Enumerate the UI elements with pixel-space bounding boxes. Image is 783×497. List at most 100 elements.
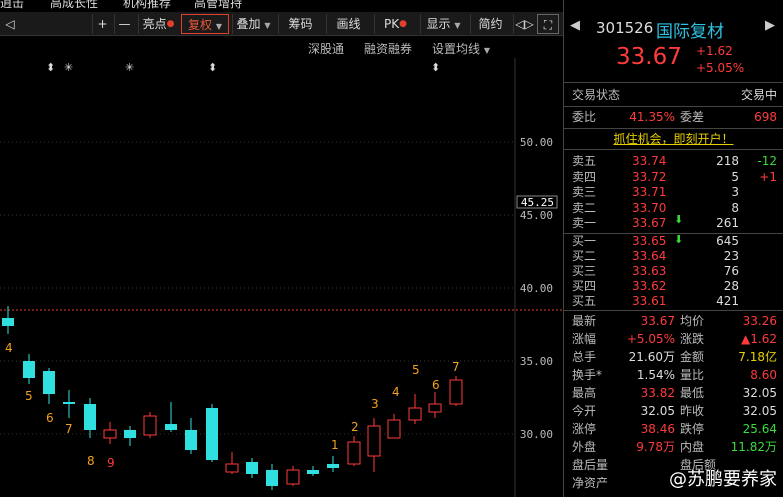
bid-price: 33.65 [632, 234, 667, 248]
stat-row: 外盘 9.78万 内盘 11.82万 [564, 439, 783, 455]
chips-button[interactable]: 筹码 [278, 14, 322, 34]
bid-label: 买五 [572, 294, 597, 308]
candle-body [246, 462, 258, 474]
down-arrow-icon: ⬇ [674, 213, 684, 226]
tag-3[interactable]: 机构推荐 [123, 0, 171, 10]
stat-value: 1.54% [636, 368, 675, 382]
ask-row[interactable]: 卖五 33.74 218 -12 [564, 153, 783, 169]
prev-stock-icon[interactable]: ◀ [570, 18, 580, 33]
bid-row[interactable]: 买二 33.64 23 [564, 248, 783, 264]
webi-value: 41.35% [629, 110, 675, 124]
simple-button[interactable]: 简约 [470, 14, 510, 34]
stat-value: 38.46 [640, 422, 675, 436]
stat-value: +5.05% [626, 332, 675, 346]
count-label: 5 [25, 389, 33, 403]
adjust-label: 复权 [188, 18, 213, 32]
divider [564, 128, 783, 129]
marker-3[interactable]: ✳ [125, 61, 134, 74]
arrows-icon[interactable]: ◁▷ [513, 14, 535, 34]
webi-label: 委比 [572, 110, 597, 124]
link-margin[interactable]: 融资融券 [364, 40, 412, 57]
bid-row[interactable]: 买三 33.63 76 [564, 263, 783, 279]
bid-volume: 76 [723, 264, 739, 278]
zoom-in-icon[interactable]: + [92, 14, 112, 34]
back-icon[interactable]: ◁ [0, 14, 20, 34]
ask-volume: 218 [716, 154, 739, 168]
candle-body [307, 470, 319, 474]
stat-row: 换手* 1.54% 量比 8.60 [564, 367, 783, 383]
down-arrow-icon: ⬇ [674, 233, 684, 246]
tag-1[interactable]: 逍击 [0, 0, 24, 10]
last-price: 33.67 [616, 44, 682, 70]
link-hk-connect[interactable]: 深股通 [308, 40, 344, 57]
quote-panel: ◀ 301526 国际复材 ▶ 33.67 +1.62 +5.05% 交易状态 … [564, 0, 783, 497]
ask-row[interactable]: 卖四 33.72 5 +1 [564, 169, 783, 185]
candle-body [367, 425, 381, 457]
marker-2[interactable]: ✳ [64, 61, 73, 74]
ask-row[interactable]: 卖三 33.71 3 [564, 184, 783, 200]
overlay-button[interactable]: 叠加 ▼ [232, 14, 274, 34]
ask-price: 33.71 [632, 185, 667, 199]
ask-price: 33.67 [632, 216, 667, 230]
y-tick-35: 35.00 [519, 355, 553, 368]
count-label: 1 [331, 438, 339, 452]
open-account-link[interactable]: 抓住机会，即刻开户！ [564, 130, 783, 147]
fullscreen-icon[interactable]: ⛶ [537, 14, 559, 34]
marker-5[interactable]: ⬍ [431, 61, 440, 74]
pk-label: PK [384, 17, 400, 31]
marker-1[interactable]: ⬍ [46, 61, 55, 74]
next-stock-icon[interactable]: ▶ [765, 18, 775, 33]
weicha-value: 698 [754, 110, 777, 124]
candle-body [2, 318, 14, 326]
tag-2[interactable]: 高成长性 [50, 0, 98, 10]
bid-label: 买四 [572, 279, 597, 293]
stat-value: 32.05 [640, 404, 675, 418]
highlight-button[interactable]: 亮点● [138, 14, 178, 34]
divider [564, 310, 783, 311]
display-button[interactable]: 显示 ▼ [420, 14, 466, 34]
bid-price: 33.64 [632, 249, 667, 263]
stat-label: 净资产 [572, 476, 609, 490]
ask-label: 卖五 [572, 154, 597, 168]
y-tick-30: 30.00 [519, 428, 553, 441]
bid-row[interactable]: 买四 33.62 28 [564, 278, 783, 294]
stat-label: 总手 [572, 350, 597, 364]
stat-label: 涨幅 [572, 332, 597, 346]
candle-body [165, 424, 177, 430]
stat-row: 最高 33.82 最低 32.05 [564, 385, 783, 401]
ask-label: 卖三 [572, 185, 597, 199]
top-tag-strip: 逍击 高成长性 机构推荐 高管增持 [0, 0, 563, 10]
stat-label: 换手* [572, 368, 603, 382]
bid-label: 买二 [572, 249, 597, 263]
tag-4[interactable]: 高管增持 [194, 0, 242, 10]
red-dot-icon: ● [166, 19, 175, 29]
stat-value: 21.60万 [628, 350, 675, 364]
chart-toolbar: ◁ + — 亮点● 复权 ▼ 叠加 ▼ 筹码 画线 PK● 显示 ▼ 简约 ◁▷… [0, 12, 563, 36]
set-ma-button[interactable]: 设置均线 ▼ [432, 40, 490, 57]
ask-price: 33.74 [632, 154, 667, 168]
stat-value: 25.64 [742, 422, 777, 436]
y-tick-45: 45.00 [519, 209, 553, 222]
divider [564, 106, 783, 107]
pk-button[interactable]: PK● [374, 14, 416, 34]
candle-body [43, 371, 55, 394]
bid-volume: 28 [723, 279, 739, 293]
price-change: +1.62 [696, 44, 733, 58]
bid-row[interactable]: 买五 33.61 421 [564, 293, 783, 309]
stat-label: 最高 [572, 386, 597, 400]
stock-name: 国际复材 [656, 22, 724, 42]
bid-label: 买三 [572, 264, 597, 278]
marker-4[interactable]: ⬍ [208, 61, 217, 74]
adjust-button[interactable]: 复权 ▼ [181, 14, 229, 34]
candle-body [327, 464, 339, 468]
draw-line-button[interactable]: 画线 [326, 14, 370, 34]
stat-value: 9.78万 [636, 440, 675, 454]
kline-chart[interactable]: 50.00 45.25 45.00 40.00 35.00 30.00 ⬍ ✳ … [0, 58, 563, 497]
status-value: 交易中 [740, 88, 777, 102]
price-ref-label: 45.25 [520, 196, 554, 209]
zoom-out-icon[interactable]: — [114, 14, 134, 34]
stat-value: 32.05 [742, 404, 777, 418]
candle-body [63, 402, 75, 404]
stat-value: 11.82万 [730, 440, 777, 454]
ask-volume: 3 [731, 185, 739, 199]
